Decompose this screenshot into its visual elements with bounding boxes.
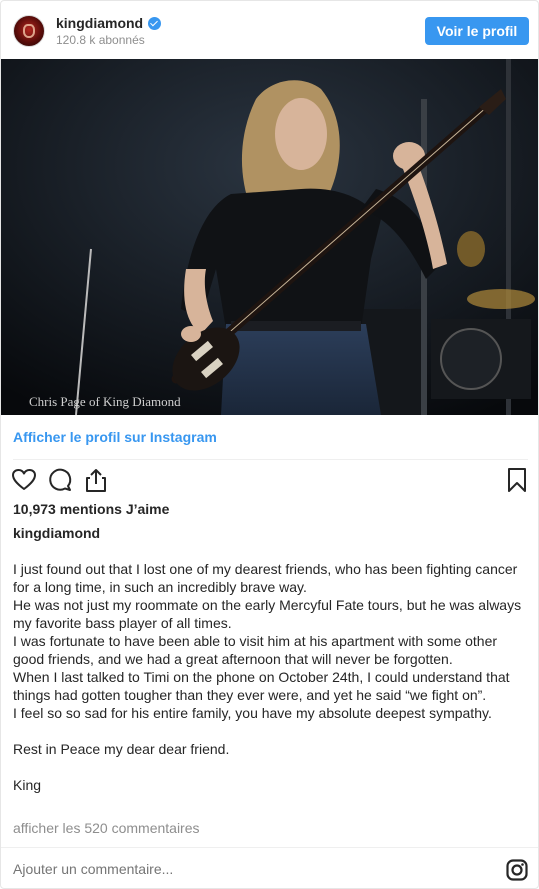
verified-badge-icon bbox=[148, 16, 162, 30]
caption-paragraph: When I last talked to Timi on the phone … bbox=[13, 669, 510, 703]
bookmark-icon[interactable] bbox=[504, 467, 530, 493]
share-icon[interactable] bbox=[83, 467, 109, 493]
instagram-embed-card: kingdiamond 120.8 k abonnés Voir le prof… bbox=[0, 0, 539, 889]
caption-signature: King bbox=[13, 777, 42, 793]
divider bbox=[13, 459, 528, 460]
concert-photo-illustration bbox=[1, 59, 538, 415]
caption-username[interactable]: kingdiamond bbox=[13, 525, 100, 541]
caption-paragraph: I was fortunate to have been able to vis… bbox=[13, 633, 498, 667]
view-comments-link[interactable]: afficher les 520 commentaires bbox=[13, 820, 200, 836]
username-row: kingdiamond bbox=[56, 15, 162, 31]
post-header: kingdiamond 120.8 k abonnés Voir le prof… bbox=[1, 1, 538, 59]
comment-bubble-icon[interactable] bbox=[47, 467, 73, 493]
instagram-logo-icon[interactable] bbox=[506, 859, 528, 881]
comment-bar bbox=[1, 847, 538, 888]
action-bar bbox=[1, 467, 538, 495]
caption-paragraph: Rest in Peace my dear dear friend. bbox=[13, 741, 230, 757]
username[interactable]: kingdiamond bbox=[56, 15, 143, 31]
follower-count: 120.8 k abonnés bbox=[56, 33, 145, 47]
post-caption: I just found out that I lost one of my d… bbox=[13, 560, 528, 794]
view-profile-button[interactable]: Voir le profil bbox=[425, 17, 529, 45]
heart-icon[interactable] bbox=[11, 467, 37, 493]
caption-paragraph: He was not just my roommate on the early… bbox=[13, 597, 522, 631]
view-on-instagram-link[interactable]: Afficher le profil sur Instagram bbox=[13, 429, 217, 445]
photo-credit-caption: Chris Page of King Diamond bbox=[29, 394, 181, 409]
caption-paragraph: I feel so so sad for his entire family, … bbox=[13, 705, 492, 721]
caption-paragraph: I just found out that I lost one of my d… bbox=[13, 561, 518, 595]
like-count[interactable]: 10,973 mentions J’aime bbox=[13, 501, 169, 517]
avatar[interactable] bbox=[13, 15, 45, 47]
comment-input[interactable] bbox=[13, 858, 493, 880]
post-photo[interactable]: Chris Page of King Diamond bbox=[1, 59, 538, 415]
